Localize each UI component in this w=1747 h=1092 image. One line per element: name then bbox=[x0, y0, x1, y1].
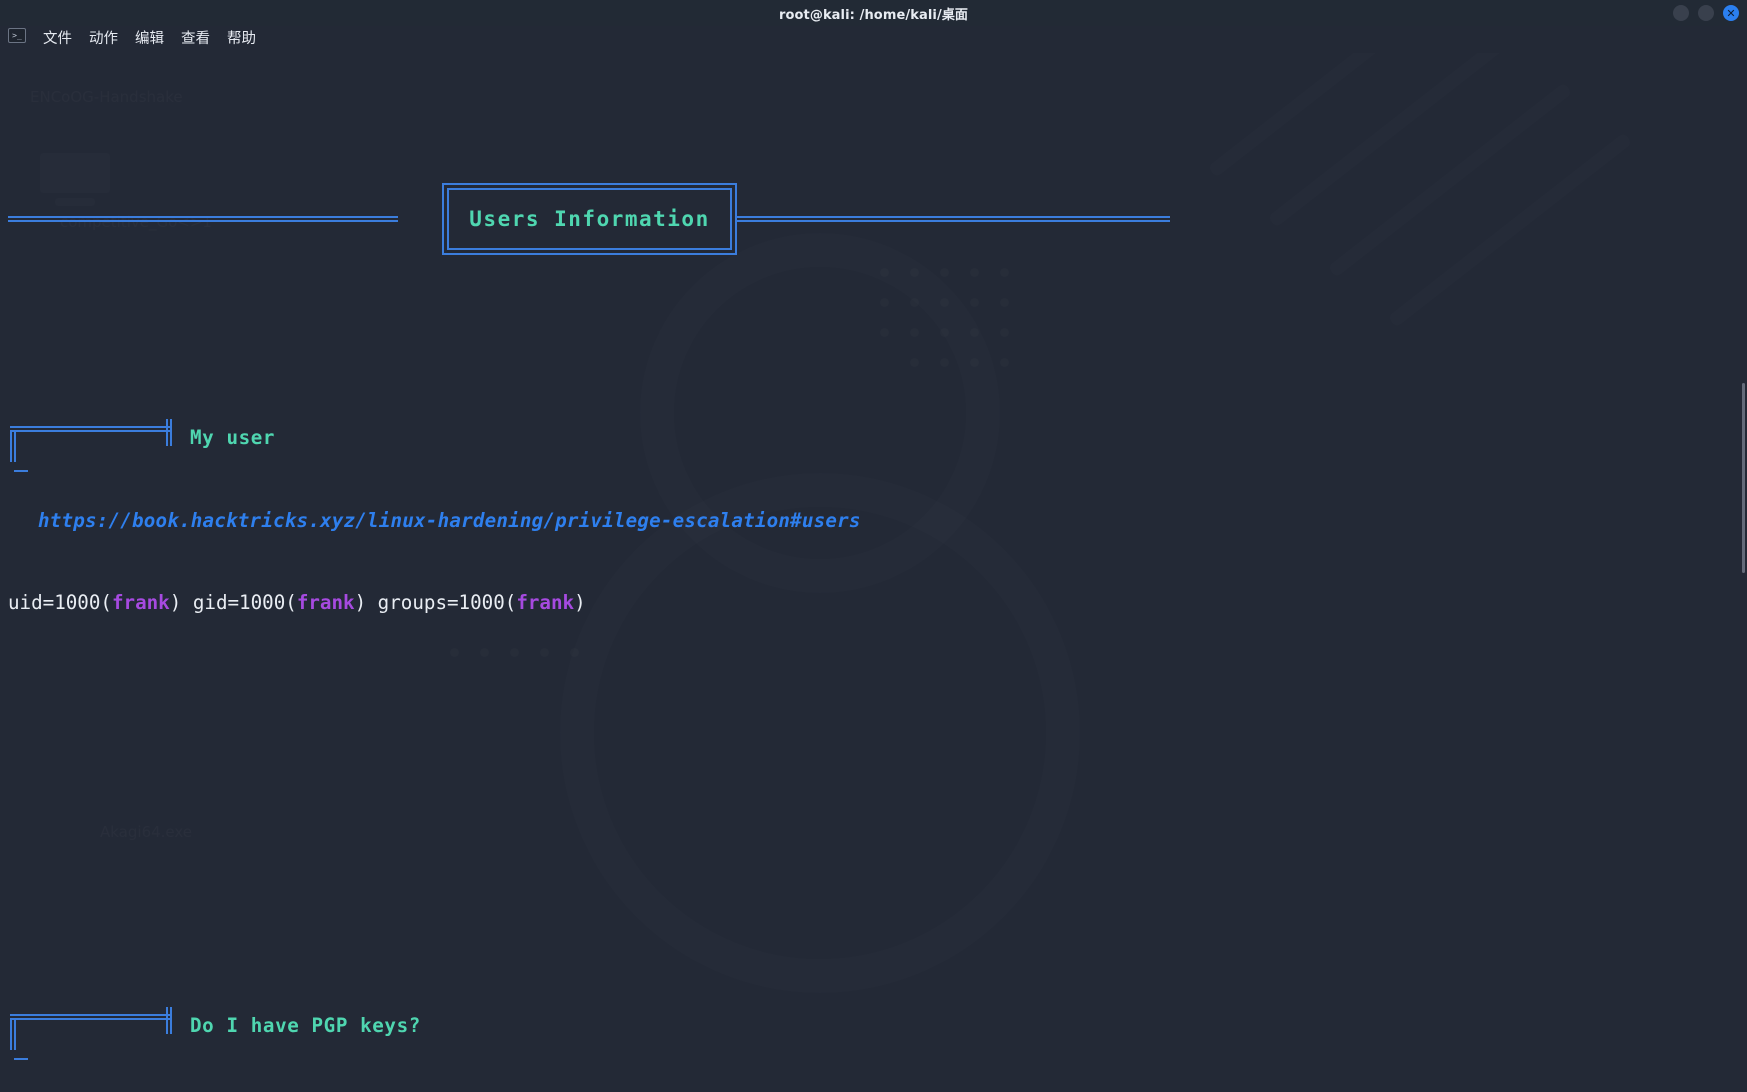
groups-prefix: ) groups=1000( bbox=[354, 591, 517, 615]
section-my-user: My user https://book.hacktricks.xyz/linu… bbox=[0, 369, 1747, 671]
banner-users-information: Users Information bbox=[0, 178, 1747, 260]
section-title: Do I have PGP keys? bbox=[190, 1013, 421, 1037]
menu-item-file[interactable]: 文件 bbox=[43, 32, 72, 47]
gid-prefix: ) gid=1000( bbox=[169, 591, 297, 615]
section-bracket-icon bbox=[10, 1006, 172, 1060]
menubar: >_ 文件 动作 编辑 查看 帮助 bbox=[0, 26, 1747, 53]
window-title: root@kali: /home/kali/桌面 bbox=[778, 7, 969, 23]
section-url-link[interactable]: https://book.hacktricks.xyz/linux-harden… bbox=[0, 507, 1747, 535]
uid-username: frank bbox=[111, 591, 170, 615]
menu-item-actions[interactable]: 动作 bbox=[89, 32, 118, 47]
gid-username: frank bbox=[296, 591, 355, 615]
window-controls: ✕ bbox=[1673, 0, 1739, 26]
section-pgp-keys: Do I have PGP keys? /usr/bin/gpg netpgpk… bbox=[0, 957, 1747, 1092]
uid-suffix: ) bbox=[574, 591, 586, 615]
banner-box: Users Information bbox=[442, 183, 737, 256]
section-title: My user bbox=[190, 426, 276, 450]
menu-item-help[interactable]: 帮助 bbox=[227, 32, 256, 47]
window-titlebar[interactable]: root@kali: /home/kali/桌面 ✕ bbox=[0, 0, 1747, 26]
menu-item-edit[interactable]: 编辑 bbox=[135, 32, 164, 47]
output-uid-line: uid=1000(frank) gid=1000(frank) groups=1… bbox=[0, 589, 1747, 616]
banner-rule-left bbox=[8, 216, 398, 223]
terminal-icon[interactable]: >_ bbox=[8, 28, 26, 43]
close-button[interactable]: ✕ bbox=[1723, 5, 1739, 21]
section-bracket-icon bbox=[10, 418, 172, 472]
groups-username: frank bbox=[516, 591, 575, 615]
scrollbar-thumb[interactable] bbox=[1742, 383, 1745, 573]
section-header: My user bbox=[0, 418, 1747, 472]
terminal-output: Users Information My user https://book.h… bbox=[0, 53, 1747, 1092]
terminal-body[interactable]: ENCoOG-Handshake competitive_Go<>1 Akagi… bbox=[0, 53, 1747, 1092]
maximize-button[interactable] bbox=[1698, 5, 1714, 21]
uid-prefix: uid=1000( bbox=[8, 591, 112, 615]
minimize-button[interactable] bbox=[1673, 5, 1689, 21]
menu-item-view[interactable]: 查看 bbox=[181, 32, 210, 47]
banner-title: Users Information bbox=[469, 206, 710, 231]
section-header: Do I have PGP keys? bbox=[0, 1006, 1747, 1060]
banner-rule-right bbox=[735, 216, 1170, 223]
